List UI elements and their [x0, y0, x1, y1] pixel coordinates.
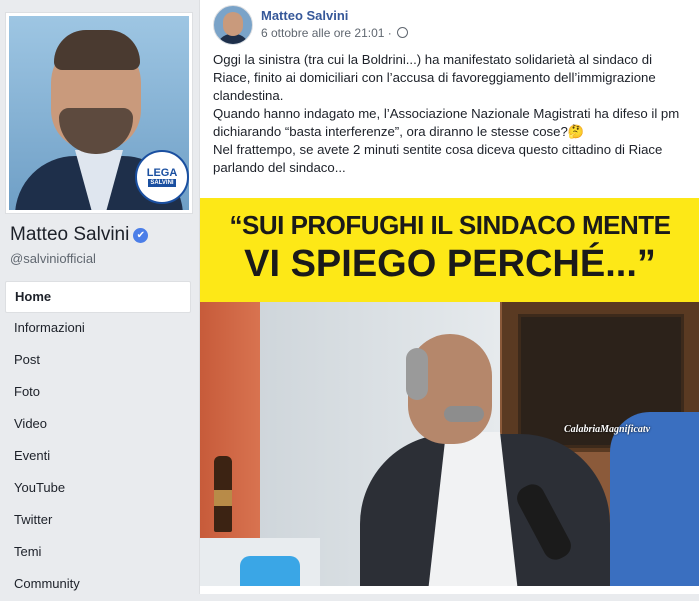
nav-item-eventi[interactable]: Eventi	[5, 441, 191, 473]
nav-item-post[interactable]: Post	[5, 345, 191, 377]
post-text: Oggi la sinistra (tra cui la Boldrini...…	[213, 51, 693, 177]
nav-item-foto[interactable]: Foto	[5, 377, 191, 409]
profile-picture[interactable]: LEGA SALVINI	[5, 12, 193, 214]
video-watermark: CalabriaMagnificatv	[564, 424, 651, 435]
globe-icon	[397, 27, 409, 38]
page-username[interactable]: @salviniofficial	[10, 251, 96, 266]
page-name-text[interactable]: Matteo Salvini	[10, 224, 129, 245]
nav-item-temi[interactable]: Temi	[5, 537, 191, 569]
post-author-link[interactable]: Matteo Salvini	[261, 8, 348, 23]
nav-item-informazioni[interactable]: Informazioni	[5, 313, 191, 345]
nav-item-youtube[interactable]: YouTube	[5, 473, 191, 505]
profile-photo: LEGA SALVINI	[9, 16, 189, 210]
page-nav: Home Informazioni Post Foto Video Eventi…	[5, 281, 191, 601]
page-title[interactable]: Matteo Salvini ✔	[10, 224, 149, 246]
post-paragraph: Oggi la sinistra (tra cui la Boldrini...…	[213, 52, 656, 103]
left-column: LEGA SALVINI Matteo Salvini ✔ @salvinioff…	[0, 0, 198, 594]
video-frame: CalabriaMagnificatv	[200, 302, 699, 586]
post-paragraph: Quando hanno indagato me, l’Associazione…	[213, 106, 680, 139]
post-timestamp[interactable]: 6 ottobre alle ore 21:01 ·	[261, 26, 392, 40]
nav-item-community[interactable]: Community	[5, 569, 191, 601]
banner-line-2: VI SPIEGO PERCHÉ...”	[244, 243, 656, 285]
author-avatar[interactable]	[213, 5, 253, 45]
post-meta: 6 ottobre alle ore 21:01 ·	[261, 26, 409, 40]
nav-item-twitter[interactable]: Twitter	[5, 505, 191, 537]
post-paragraph: Nel frattempo, se avete 2 minuti sentite…	[213, 142, 663, 175]
verified-badge-icon: ✔	[133, 228, 149, 243]
banner-line-1: “SUI PROFUGHI IL SINDACO MENTE	[229, 210, 672, 240]
post-card: Matteo Salvini 6 ottobre alle ore 21:01 …	[199, 0, 699, 594]
nav-item-video[interactable]: Video	[5, 409, 191, 441]
lega-logo: LEGA SALVINI	[135, 150, 189, 204]
video-title-banner: “SUI PROFUGHI IL SINDACO MENTE VI SPIEGO…	[200, 198, 699, 302]
video-player[interactable]: “SUI PROFUGHI IL SINDACO MENTE VI SPIEGO…	[200, 198, 699, 586]
nav-item-home[interactable]: Home	[5, 281, 191, 313]
